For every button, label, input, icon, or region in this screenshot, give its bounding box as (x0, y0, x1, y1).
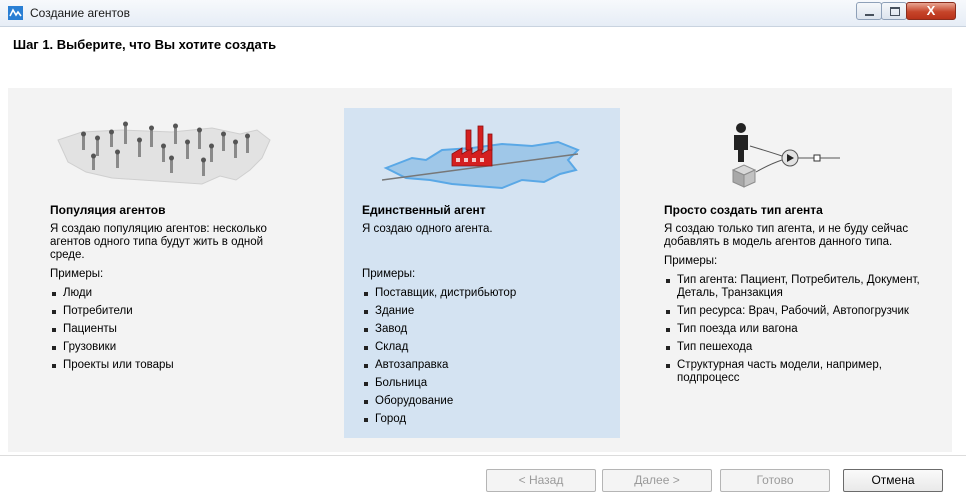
minimize-button[interactable] (856, 2, 882, 20)
list-item: Город (362, 413, 602, 426)
list-item: Оборудование (362, 395, 602, 408)
agent-type-icon[interactable] (730, 122, 860, 192)
list-item: Люди (50, 287, 290, 300)
option-description: Я создаю одного агента. (362, 223, 493, 235)
list-item: Поставщик, дистрибьютор (362, 287, 602, 300)
maximize-button[interactable] (881, 2, 907, 20)
window-title: Создание агентов (30, 6, 130, 20)
list-item: Тип агента: Пациент, Потребитель, Докуме… (664, 274, 926, 300)
examples-label: Примеры: (664, 255, 718, 267)
close-icon: X (926, 3, 936, 18)
back-button[interactable]: < Назад (486, 469, 596, 492)
option-description: Я создаю только тип агента, и не буду се… (664, 223, 909, 248)
footer-divider (0, 455, 966, 456)
step-title: Шаг 1. Выберите, что Вы хотите создать (13, 37, 277, 52)
list-item: Структурная часть модели, например, подп… (664, 359, 926, 385)
close-button[interactable]: X (906, 2, 956, 20)
option-title: Популяция агентов (50, 203, 166, 217)
app-logo-icon (8, 6, 23, 20)
option-title: Единственный агент (362, 203, 486, 217)
examples-list: Люди Потребители Пациенты Грузовики Прое… (50, 287, 290, 372)
finish-button[interactable]: Готово (720, 469, 830, 492)
option-title: Просто создать тип агента (664, 203, 823, 217)
factory-map-icon[interactable] (382, 124, 586, 194)
examples-label: Примеры: (50, 268, 104, 280)
list-item: Тип поезда или вагона (664, 323, 926, 336)
list-item: Тип пешехода (664, 341, 926, 354)
examples-label: Примеры: (362, 268, 416, 280)
list-item: Потребители (50, 305, 290, 318)
examples-list: Тип агента: Пациент, Потребитель, Докуме… (664, 274, 926, 385)
cancel-button[interactable]: Отмена (843, 469, 943, 492)
list-item: Пациенты (50, 323, 290, 336)
list-item: Здание (362, 305, 602, 318)
option-population[interactable]: Популяция агентов Я создаю популяцию аге… (50, 204, 290, 377)
examples-list: Поставщик, дистрибьютор Здание Завод Скл… (362, 287, 602, 426)
option-agent-type[interactable]: Просто создать тип агента Я создаю тольк… (664, 204, 926, 390)
window-titlebar: Создание агентов X (0, 0, 966, 27)
list-item: Склад (362, 341, 602, 354)
list-item: Автозаправка (362, 359, 602, 372)
list-item: Грузовики (50, 341, 290, 354)
option-description: Я создаю популяцию агентов: несколько аг… (50, 223, 267, 261)
next-button[interactable]: Далее > (602, 469, 712, 492)
list-item: Тип ресурса: Врач, Рабочий, Автопогрузчи… (664, 305, 926, 318)
list-item: Завод (362, 323, 602, 336)
list-item: Проекты или товары (50, 359, 290, 372)
list-item: Больница (362, 377, 602, 390)
population-map-icon[interactable] (52, 118, 280, 196)
option-single-agent[interactable]: Единственный агент Я создаю одного агент… (362, 204, 602, 431)
